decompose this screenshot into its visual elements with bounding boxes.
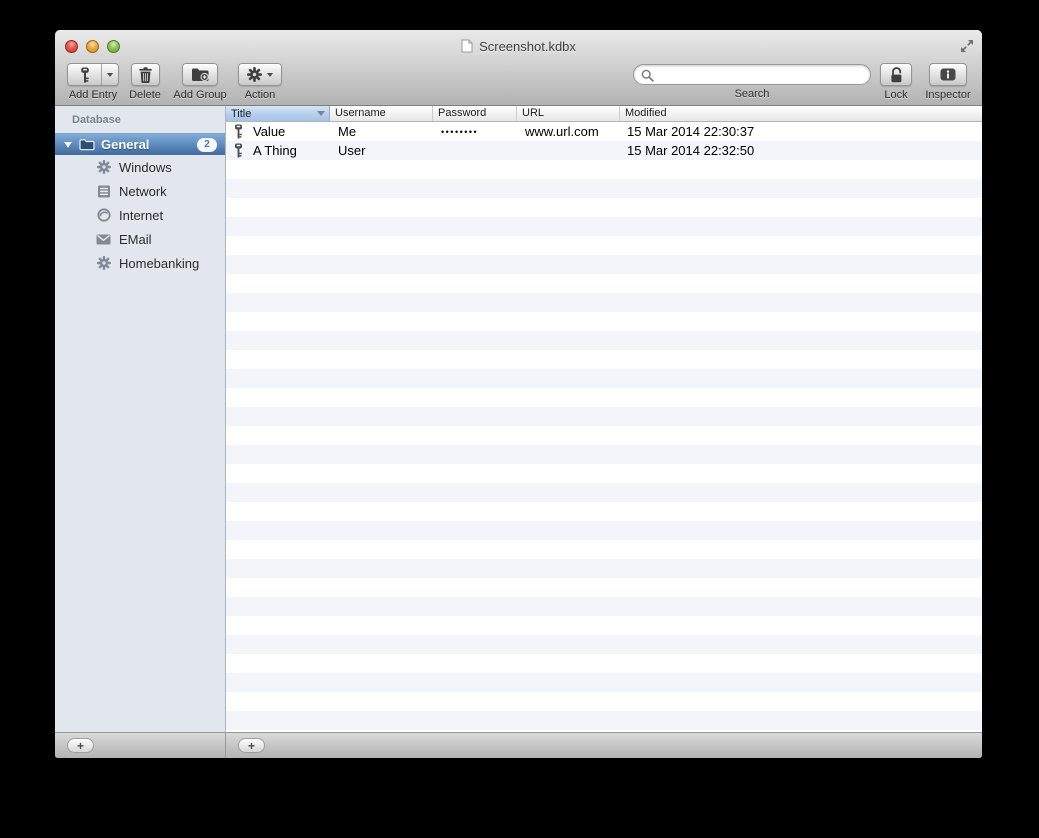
action-label: Action bbox=[244, 89, 276, 101]
entry-username: User bbox=[338, 143, 366, 158]
gear-icon bbox=[96, 160, 111, 174]
add-entry-button[interactable] bbox=[67, 63, 119, 86]
search-label: Search bbox=[734, 88, 770, 100]
search-input[interactable] bbox=[633, 64, 871, 85]
sidebar-item-windows[interactable]: Windows bbox=[55, 155, 225, 179]
add-entry-label: Add Entry bbox=[68, 89, 118, 101]
sidebar-section-header: Database bbox=[72, 114, 121, 126]
table-header: Title Username Password URL Modified bbox=[226, 106, 982, 122]
folder-plus-icon bbox=[191, 68, 209, 82]
open-padlock-icon bbox=[890, 67, 901, 83]
entry-list: Value Me •••••••• www.url.com 15 Mar 201… bbox=[226, 122, 982, 732]
table-row[interactable]: Value Me •••••••• www.url.com 15 Mar 201… bbox=[226, 122, 982, 141]
lock-button[interactable] bbox=[880, 63, 912, 86]
add-group-plus-button[interactable]: + bbox=[67, 738, 94, 753]
disclosure-triangle-icon[interactable] bbox=[64, 141, 72, 148]
content-bottom-bar: + bbox=[226, 733, 982, 758]
sidebar-bottom-bar: + bbox=[55, 733, 226, 758]
trash-icon bbox=[138, 66, 152, 83]
bottom-bar: + + bbox=[55, 732, 982, 758]
column-header-password[interactable]: Password bbox=[433, 106, 517, 121]
entry-title: A Thing bbox=[253, 143, 297, 158]
add-entry-toolbar-item: Add Entry bbox=[65, 63, 121, 101]
title-bar[interactable]: Screenshot.kdbx bbox=[55, 30, 982, 62]
sidebar-group-general[interactable]: General 2 bbox=[55, 133, 225, 155]
entry-count-badge: 2 bbox=[197, 137, 217, 152]
inspector-button[interactable] bbox=[929, 63, 967, 86]
entry-username: Me bbox=[338, 124, 357, 139]
server-icon bbox=[96, 185, 111, 198]
column-header-title[interactable]: Title bbox=[226, 106, 330, 121]
sidebar-item-label: Homebanking bbox=[119, 255, 200, 271]
delete-label: Delete bbox=[129, 89, 161, 101]
document-icon bbox=[461, 39, 473, 53]
chevron-down-icon bbox=[266, 72, 273, 77]
lock-label: Lock bbox=[884, 89, 908, 101]
globe-icon bbox=[96, 208, 111, 222]
fullscreen-icon[interactable] bbox=[959, 38, 975, 54]
chevron-down-icon bbox=[107, 72, 113, 77]
delete-toolbar-item: Delete bbox=[125, 63, 165, 101]
search-toolbar-item: Search bbox=[633, 63, 871, 100]
inspector-toolbar-item: Inspector bbox=[917, 63, 979, 101]
add-entry-dropdown[interactable] bbox=[101, 64, 118, 85]
window-title: Screenshot.kdbx bbox=[479, 38, 576, 54]
add-group-label: Add Group bbox=[173, 89, 227, 101]
entry-title: Value bbox=[253, 124, 286, 139]
app-window: Screenshot.kdbx Add Entry Delete Add Gro… bbox=[55, 30, 982, 758]
gear-icon bbox=[246, 67, 262, 82]
add-group-button[interactable] bbox=[182, 63, 218, 86]
magnifier-icon bbox=[641, 69, 654, 82]
lock-toolbar-item: Lock bbox=[877, 63, 915, 101]
entry-modified: 15 Mar 2014 22:30:37 bbox=[627, 124, 755, 139]
toolbar: Add Entry Delete Add Group Action Search… bbox=[55, 62, 982, 106]
action-toolbar-item: Action bbox=[235, 63, 285, 101]
column-header-modified[interactable]: Modified bbox=[620, 106, 982, 121]
sidebar: Database General 2 Windows Network Inter… bbox=[55, 106, 226, 732]
sidebar-item-internet[interactable]: Internet bbox=[55, 203, 225, 227]
sidebar-item-label: Internet bbox=[119, 207, 164, 223]
sidebar-item-homebanking[interactable]: Homebanking bbox=[55, 251, 225, 275]
entry-password: •••••••• bbox=[441, 126, 479, 137]
window-chrome: Screenshot.kdbx Add Entry Delete Add Gro… bbox=[55, 30, 982, 106]
info-icon bbox=[940, 68, 956, 81]
column-header-username[interactable]: Username bbox=[330, 106, 433, 121]
table-row[interactable]: A Thing User 15 Mar 2014 22:32:50 bbox=[226, 141, 982, 160]
sidebar-item-label: Windows bbox=[119, 159, 172, 175]
folder-icon bbox=[79, 139, 95, 151]
entry-table: Title Username Password URL Modified Val… bbox=[226, 106, 982, 732]
sidebar-item-email[interactable]: EMail bbox=[55, 227, 225, 251]
entry-url: www.url.com bbox=[525, 124, 599, 139]
sidebar-item-label: EMail bbox=[119, 231, 152, 247]
entry-modified: 15 Mar 2014 22:32:50 bbox=[627, 143, 755, 158]
gear-icon bbox=[96, 256, 111, 270]
inspector-label: Inspector bbox=[925, 89, 971, 101]
action-button[interactable] bbox=[238, 63, 282, 86]
add-entry-plus-button[interactable]: + bbox=[238, 738, 265, 753]
key-icon bbox=[68, 64, 101, 85]
add-group-toolbar-item: Add Group bbox=[169, 63, 231, 101]
sort-descending-icon bbox=[317, 111, 325, 116]
envelope-icon bbox=[96, 234, 111, 245]
window-title-area: Screenshot.kdbx bbox=[55, 30, 982, 62]
sidebar-group-label: General bbox=[101, 137, 150, 152]
key-icon bbox=[235, 124, 242, 139]
delete-button[interactable] bbox=[130, 63, 160, 86]
sidebar-item-label: Network bbox=[119, 183, 167, 199]
key-icon bbox=[235, 143, 242, 158]
sidebar-item-network[interactable]: Network bbox=[55, 179, 225, 203]
column-header-url[interactable]: URL bbox=[517, 106, 620, 121]
